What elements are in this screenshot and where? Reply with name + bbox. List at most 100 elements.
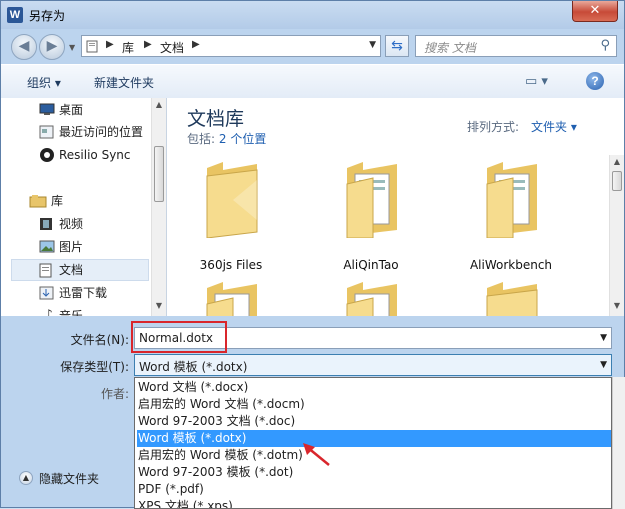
- type-option[interactable]: 启用宏的 Word 文档 (*.docm): [137, 396, 611, 413]
- folder-with-documents-icon: [346, 162, 397, 238]
- resilio-sync-icon: [40, 148, 54, 162]
- breadcrumb-documents[interactable]: 文档: [160, 39, 184, 56]
- title-bar: W 另存为 ✕: [1, 1, 624, 29]
- nav-item-thunder-download[interactable]: 迅雷下载: [11, 282, 149, 304]
- nav-label: 迅雷下载: [59, 286, 108, 300]
- video-icon: [40, 218, 52, 230]
- word-app-icon: W: [7, 7, 23, 23]
- library-title: 文档库: [187, 108, 245, 130]
- change-view-icon[interactable]: ▭ ▾: [525, 74, 548, 89]
- library-icon: [29, 195, 47, 208]
- file-list-pane: 文档库 包括: 2 个位置 排列方式: 文件夹 ▾ 360js Files Al…: [167, 98, 624, 316]
- address-bar[interactable]: ▶ 库 ▶ 文档 ▶ ▼: [81, 35, 381, 57]
- nav-pane-scrollbar[interactable]: ▲ ▼: [151, 98, 166, 316]
- scroll-down-icon[interactable]: ▼: [152, 301, 166, 310]
- folder-item[interactable]: AliQinTao: [321, 160, 421, 272]
- filename-label: 文件名(N):: [70, 333, 129, 347]
- folder-item[interactable]: [461, 280, 561, 316]
- nav-item-music[interactable]: ♪ 音乐: [11, 305, 149, 316]
- arrange-by-dropdown[interactable]: 文件夹 ▾: [531, 118, 577, 135]
- scroll-thumb[interactable]: [612, 171, 622, 191]
- folder-item[interactable]: [321, 280, 421, 316]
- download-icon: [39, 286, 54, 300]
- recent-places-icon: [39, 125, 54, 139]
- type-option[interactable]: 启用宏的 Word 模板 (*.dotm): [137, 447, 611, 464]
- includes-locations-link[interactable]: 2 个位置: [219, 132, 266, 146]
- back-button[interactable]: ◀: [11, 34, 37, 60]
- search-input[interactable]: 搜索 文档 ⚲: [415, 35, 617, 57]
- highlight-box: [131, 321, 227, 353]
- save-type-select[interactable]: Word 模板 (*.dotx) ▼: [134, 354, 612, 376]
- save-type-value: Word 模板 (*.dotx): [139, 360, 248, 374]
- library-includes: 包括: 2 个位置: [187, 130, 266, 147]
- nav-item-recent-places[interactable]: 最近访问的位置: [11, 121, 149, 143]
- arrange-by-label: 排列方式:: [467, 120, 520, 134]
- breadcrumb-separator-icon[interactable]: ▶: [106, 39, 114, 50]
- nav-item-resilio-sync[interactable]: Resilio Sync: [11, 144, 149, 166]
- annotation-arrow-icon: [303, 443, 330, 466]
- folder-icon: [206, 162, 258, 238]
- close-button[interactable]: ✕: [572, 1, 618, 22]
- dropdown-scrollbar[interactable]: [612, 377, 625, 509]
- documents-icon: [39, 263, 52, 278]
- breadcrumb-library[interactable]: 库: [122, 39, 134, 56]
- navigation-pane: 桌面 最近访问的位置 Resilio Sync 库 视频 图片 文档 迅雷下载: [1, 98, 167, 316]
- nav-label: 最近访问的位置: [59, 125, 144, 139]
- help-icon[interactable]: ?: [586, 72, 604, 90]
- folder-with-documents-icon: [346, 282, 397, 316]
- navigation-bar: ◀ ▶ ▼ ▶ 库 ▶ 文档 ▶ ▼ ⇆ 搜索 文档 ⚲: [1, 29, 624, 63]
- folder-name: 360js Files: [199, 258, 263, 272]
- music-icon: ♪: [45, 307, 53, 316]
- type-option[interactable]: Word 97-2003 文档 (*.doc): [137, 413, 611, 430]
- folder-item[interactable]: 360js Files: [181, 160, 281, 272]
- folder-with-documents-icon: [206, 282, 257, 316]
- type-option[interactable]: XPS 文档 (*.xps): [137, 498, 611, 508]
- nav-label: 桌面: [59, 103, 84, 117]
- type-option[interactable]: Word 文档 (*.docx): [137, 379, 611, 396]
- nav-label: 库: [51, 194, 64, 208]
- scroll-thumb[interactable]: [154, 146, 164, 202]
- window-title: 另存为: [29, 9, 66, 23]
- save-type-dropdown-list: Word 文档 (*.docx) 启用宏的 Word 文档 (*.docm) W…: [134, 377, 612, 509]
- scroll-up-icon[interactable]: ▲: [610, 157, 624, 166]
- nav-label: 文档: [59, 263, 84, 277]
- save-type-label: 保存类型(T):: [60, 360, 129, 374]
- folder-name: AliQinTao: [343, 258, 399, 272]
- save-as-dialog: W 另存为 ✕ ◀ ▶ ▼ ▶ 库 ▶ 文档 ▶ ▼ ⇆ 搜索 文档 ⚲ 组织 …: [0, 0, 625, 509]
- folder-with-documents-icon: [486, 162, 537, 238]
- nav-item-desktop[interactable]: 桌面: [11, 99, 149, 121]
- refresh-button[interactable]: ⇆: [385, 35, 409, 57]
- desktop-icon: [39, 103, 55, 115]
- breadcrumb-separator-icon[interactable]: ▶: [192, 39, 200, 50]
- organize-button[interactable]: 组织 ▾: [27, 74, 61, 91]
- recent-pages-chevron-icon[interactable]: ▼: [69, 43, 75, 52]
- new-folder-button[interactable]: 新建文件夹: [94, 74, 154, 91]
- chevron-down-icon[interactable]: ▼: [600, 360, 607, 370]
- scroll-up-icon[interactable]: ▲: [152, 100, 166, 109]
- search-placeholder: 搜索 文档: [424, 41, 476, 55]
- nav-item-video[interactable]: 视频: [11, 213, 149, 235]
- folder-item[interactable]: AliWorkbench: [461, 160, 561, 272]
- nav-item-documents[interactable]: 文档: [11, 259, 149, 281]
- author-label: 作者:: [101, 387, 130, 401]
- type-option[interactable]: PDF (*.pdf): [137, 481, 611, 498]
- search-icon[interactable]: ⚲: [600, 38, 610, 53]
- nav-item-pictures[interactable]: 图片: [11, 236, 149, 258]
- command-toolbar: 组织 ▾ 新建文件夹 ▭ ▾ ?: [1, 64, 624, 99]
- breadcrumb-separator-icon[interactable]: ▶: [144, 39, 152, 50]
- nav-label: 视频: [59, 217, 84, 231]
- folder-item[interactable]: [181, 280, 281, 316]
- forward-button[interactable]: ▶: [39, 34, 65, 60]
- folder-name: AliWorkbench: [469, 258, 553, 272]
- nav-item-library[interactable]: 库: [11, 190, 149, 212]
- nav-label: 音乐: [59, 309, 84, 316]
- address-dropdown-icon[interactable]: ▼: [369, 40, 376, 50]
- includes-label: 包括:: [187, 132, 216, 146]
- nav-label: Resilio Sync: [59, 148, 131, 162]
- chevron-down-icon[interactable]: ▼: [600, 333, 607, 343]
- scroll-down-icon[interactable]: ▼: [610, 301, 624, 310]
- type-option-selected[interactable]: Word 模板 (*.dotx): [137, 430, 611, 447]
- file-list-scrollbar[interactable]: ▲ ▼: [609, 155, 624, 316]
- folder-icon: [86, 40, 98, 53]
- type-option[interactable]: Word 97-2003 模板 (*.dot): [137, 464, 611, 481]
